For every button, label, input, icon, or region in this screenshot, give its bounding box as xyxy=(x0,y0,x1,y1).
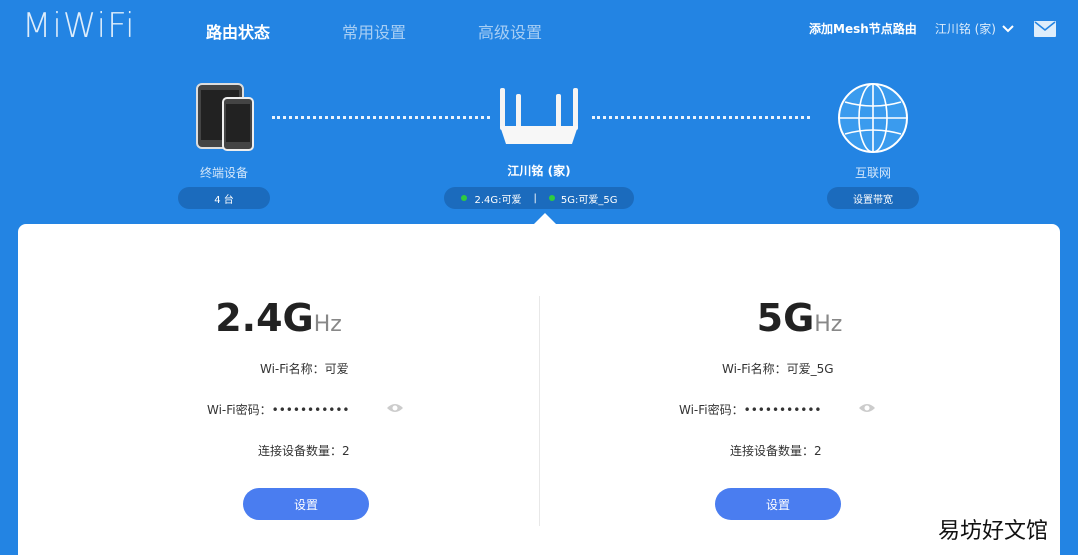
terminal-devices-node[interactable]: 终端设备 4 台 xyxy=(176,82,272,209)
user-menu[interactable]: 江川铭 (家) xyxy=(935,20,1014,37)
band-5-ssid: Wi-Fi名称：可爱_5G xyxy=(722,362,834,376)
add-mesh-node-link[interactable]: 添加Mesh节点路由 xyxy=(809,20,917,37)
tab-router-status[interactable]: 路由状态 xyxy=(206,19,342,43)
ssid-5-label: 5G:可爱_5G xyxy=(560,194,618,206)
band-24-title: 2.4GHz xyxy=(18,296,539,340)
wifi-info-card: 2.4GHz Wi-Fi名称：可爱 Wi-Fi密码：••••••••••• 连接… xyxy=(18,224,1060,555)
router-ssid-pill: 2.4G:可爱 | 5G:可爱_5G xyxy=(444,187,634,209)
router-name: 江川铭 (家) xyxy=(507,164,571,178)
watermark: 易坊好文馆 xyxy=(933,513,1052,545)
set-bandwidth-button[interactable]: 设置带宽 xyxy=(827,187,919,209)
band-24-panel: 2.4GHz Wi-Fi名称：可爱 Wi-Fi密码：••••••••••• 连接… xyxy=(18,224,539,555)
internet-label: 互联网 xyxy=(854,166,891,180)
band-24-ssid: Wi-Fi名称：可爱 xyxy=(260,362,349,376)
ssid-24-label: 2.4G:可爱 xyxy=(474,194,522,206)
terminal-devices-label: 终端设备 xyxy=(199,166,248,180)
band-24-connected: 连接设备数量：2 xyxy=(258,444,350,458)
device-count-pill[interactable]: 4 台 xyxy=(178,187,270,209)
miwifi-logo: MiWiFi xyxy=(22,6,136,46)
band-5-freq: 5G xyxy=(756,296,815,340)
band-24-unit: Hz xyxy=(313,312,342,337)
band-5-unit: Hz xyxy=(814,312,843,337)
status-dot-icon xyxy=(460,195,467,201)
tab-common-settings[interactable]: 常用设置 xyxy=(342,19,478,43)
link-router-internet xyxy=(592,116,810,119)
band-5-connected: 连接设备数量：2 xyxy=(730,444,822,458)
show-password-eye-icon[interactable] xyxy=(858,402,876,414)
status-dot-icon xyxy=(548,195,555,201)
internet-node[interactable]: 互联网 设置带宽 xyxy=(826,82,920,209)
band-24-password: Wi-Fi密码：••••••••••• xyxy=(207,403,350,417)
show-password-eye-icon[interactable] xyxy=(386,402,404,414)
band-5-settings-button[interactable]: 设置 xyxy=(715,488,841,520)
main-nav: 路由状态 常用设置 高级设置 xyxy=(206,19,614,43)
band-24-settings-button[interactable]: 设置 xyxy=(243,488,369,520)
header-actions: 添加Mesh节点路由 江川铭 (家) xyxy=(809,20,1056,37)
devices-icon xyxy=(196,83,254,151)
tab-advanced-settings[interactable]: 高级设置 xyxy=(478,19,614,43)
band-5-panel: 5GHz Wi-Fi名称：可爱_5G Wi-Fi密码：••••••••••• 连… xyxy=(539,224,1060,555)
chevron-down-icon xyxy=(1002,24,1014,32)
band-24-freq: 2.4G xyxy=(215,296,314,340)
band-5-password: Wi-Fi密码：••••••••••• xyxy=(679,403,822,417)
ssid-separator: | xyxy=(533,192,537,204)
router-node[interactable]: 江川铭 (家) 2.4G:可爱 | 5G:可爱_5G xyxy=(444,86,634,209)
user-name-label: 江川铭 (家) xyxy=(934,22,996,36)
band-5-title: 5GHz xyxy=(539,296,1060,340)
globe-icon xyxy=(838,83,908,153)
router-icon xyxy=(500,88,578,144)
mail-icon[interactable] xyxy=(1034,20,1056,37)
